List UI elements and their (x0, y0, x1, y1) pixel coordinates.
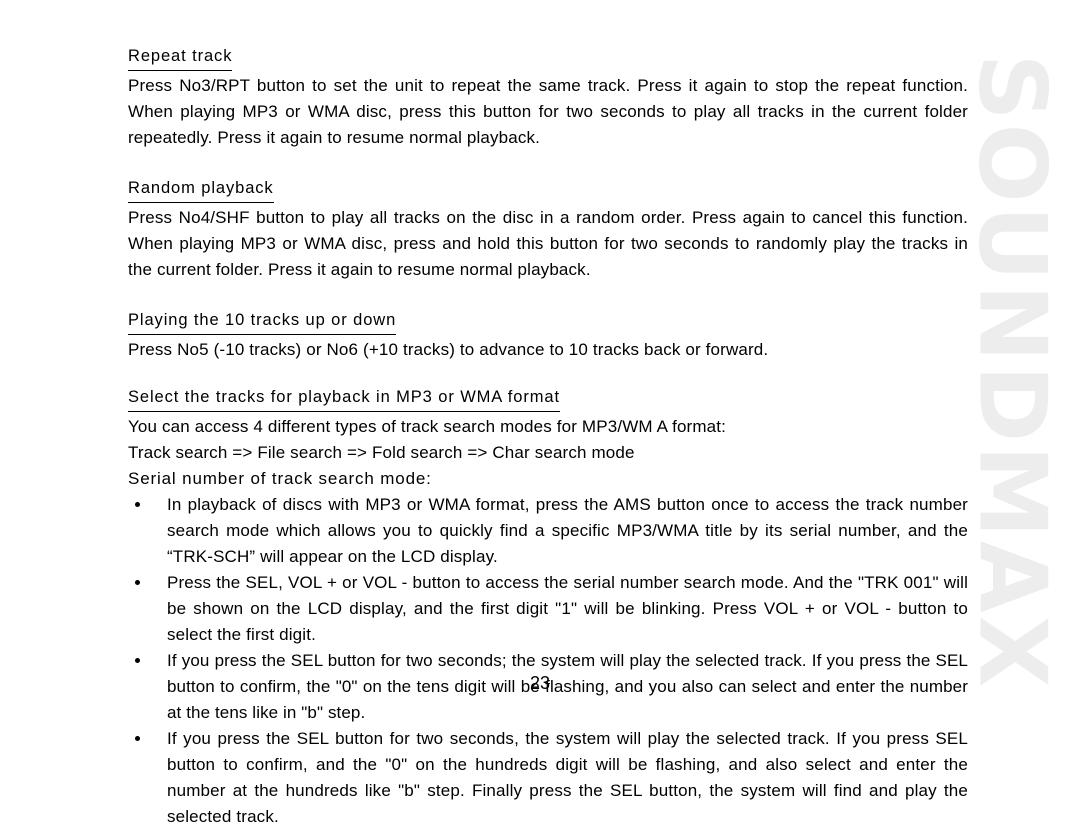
section-repeat-track: Repeat track Press No3/RPT button to set… (128, 44, 968, 151)
list-item-text: If you press the SEL button for two seco… (167, 729, 968, 826)
bullet-dot-icon (135, 502, 140, 507)
select-tracks-line-3: Serial number of track search mode: (128, 469, 432, 488)
section-random-playback: Random playback Press No4/SHF button to … (128, 176, 968, 283)
section-heading-repeat-track: Repeat track (128, 44, 233, 71)
list-item: Press the SEL, VOL + or VOL - button to … (133, 570, 968, 648)
select-tracks-line-2: Track search => File search => Fold sear… (128, 443, 635, 462)
section-paragraph-repeat-track: Press No3/RPT button to set the unit to … (128, 76, 968, 147)
section-heading-select-tracks: Select the tracks for playback in MP3 or… (128, 385, 560, 412)
section-playing-10-tracks: Playing the 10 tracks up or down Press N… (128, 308, 968, 363)
section-heading-random-playback: Random playback (128, 176, 274, 203)
bullet-dot-icon (135, 658, 140, 663)
page-content: Repeat track Press No3/RPT button to set… (128, 44, 968, 830)
list-item: In playback of discs with MP3 or WMA for… (133, 492, 968, 570)
manual-page: Repeat track Press No3/RPT button to set… (0, 0, 1080, 826)
select-tracks-line-1: You can access 4 different types of trac… (128, 417, 727, 436)
section-paragraph-playing-10-tracks: Press No5 (-10 tracks) or No6 (+10 track… (128, 340, 769, 359)
section-paragraph-random-playback: Press No4/SHF button to play all tracks … (128, 208, 968, 279)
section-heading-playing-10-tracks: Playing the 10 tracks up or down (128, 308, 397, 335)
bullet-dot-icon (135, 736, 140, 741)
section-select-tracks: Select the tracks for playback in MP3 or… (128, 385, 968, 830)
serial-number-steps-list: In playback of discs with MP3 or WMA for… (128, 492, 968, 830)
page-number: 23 (529, 673, 551, 693)
bullet-dot-icon (135, 580, 140, 585)
list-item-text: Press the SEL, VOL + or VOL - button to … (167, 573, 968, 644)
list-item-text: In playback of discs with MP3 or WMA for… (167, 495, 968, 566)
list-item: If you press the SEL button for two seco… (133, 726, 968, 830)
